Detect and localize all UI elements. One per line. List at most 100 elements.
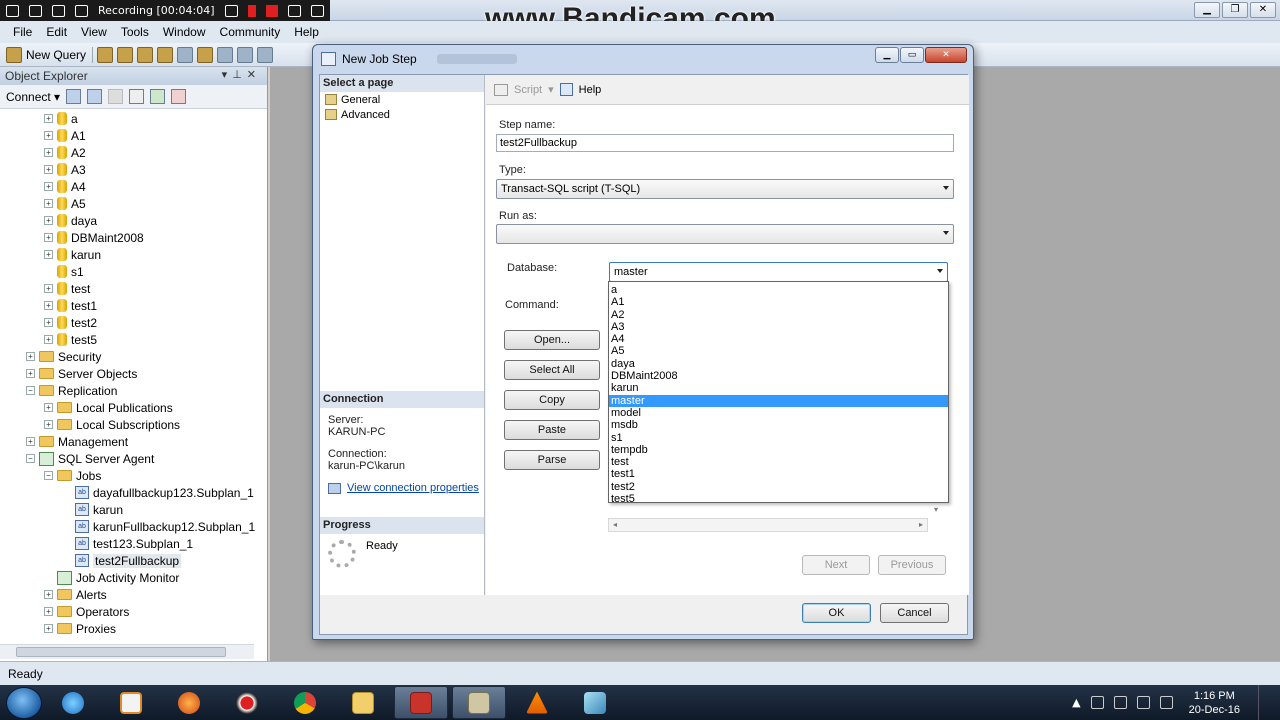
tree-node[interactable]: Job Activity Monitor <box>44 569 179 586</box>
maximize-icon[interactable]: ▭ <box>900 47 924 63</box>
previous-button[interactable]: Previous <box>878 555 946 575</box>
expand-icon[interactable]: + <box>44 216 53 225</box>
taskbar-ie[interactable] <box>46 686 100 719</box>
display-icon[interactable] <box>1113 696 1127 709</box>
next-button[interactable]: Next <box>802 555 870 575</box>
parse-button[interactable]: Parse <box>504 450 600 470</box>
connect-object-explorer-icon[interactable] <box>66 89 82 104</box>
expand-icon[interactable]: + <box>44 233 53 242</box>
print-icon[interactable] <box>237 46 254 63</box>
paste-button[interactable]: Paste <box>504 420 600 440</box>
database-option[interactable]: tempdb <box>609 444 948 456</box>
restore-recorder-icon[interactable] <box>29 4 42 17</box>
expand-icon[interactable]: + <box>26 369 35 378</box>
database-select[interactable]: master <box>609 262 948 282</box>
tree-node[interactable]: + karun <box>44 246 101 263</box>
database-option[interactable]: test <box>609 456 948 468</box>
clock[interactable]: 1:16 PM 20-Dec-16 <box>1189 689 1240 717</box>
help-button[interactable]: Help <box>579 84 602 96</box>
open-button[interactable]: Open... <box>504 330 600 350</box>
page-advanced[interactable]: Advanced <box>320 107 484 122</box>
tree-node[interactable]: +Error Logs <box>44 637 132 640</box>
camera-icon[interactable] <box>287 4 301 17</box>
database-option[interactable]: A5 <box>609 345 948 357</box>
taskbar-toolbox[interactable] <box>394 686 448 719</box>
scroll-down-icon[interactable]: ▾ <box>934 505 938 514</box>
tree-node[interactable]: + A2 <box>44 144 86 161</box>
show-hidden-icons-icon[interactable]: ▲ <box>1072 696 1080 709</box>
expand-icon[interactable]: + <box>44 250 53 259</box>
search-icon[interactable] <box>52 4 65 17</box>
taskbar-firefox[interactable] <box>162 686 216 719</box>
window-icon[interactable] <box>75 4 88 17</box>
copy-button[interactable]: Copy <box>504 390 600 410</box>
tree-node[interactable]: − Replication <box>26 382 117 399</box>
expand-icon[interactable]: + <box>44 403 53 412</box>
restore-icon[interactable]: ❐ <box>1222 2 1248 18</box>
view-connection-properties[interactable]: View connection properties <box>320 482 484 494</box>
script-button[interactable]: Script <box>514 84 542 96</box>
expand-icon[interactable]: + <box>26 437 35 446</box>
database-option[interactable]: test5 <box>609 493 948 505</box>
expand-icon[interactable]: + <box>44 182 53 191</box>
save-icon[interactable] <box>217 46 234 63</box>
expand-icon[interactable]: + <box>44 284 53 293</box>
tree-node[interactable]: − SQL Server Agent <box>26 450 154 467</box>
menu-window[interactable]: Window <box>156 25 213 39</box>
tree-node[interactable]: ab test123.Subplan_1 <box>62 535 193 552</box>
taskbar-ssms[interactable] <box>452 686 506 719</box>
scrollbar-thumb[interactable] <box>16 647 226 657</box>
menu-edit[interactable]: Edit <box>39 25 74 39</box>
filter-icon[interactable] <box>129 89 145 104</box>
refresh-icon[interactable] <box>150 89 166 104</box>
minimize-icon[interactable]: ▁ <box>1194 2 1220 18</box>
database-option[interactable]: A2 <box>609 309 948 321</box>
database-option[interactable]: A4 <box>609 333 948 345</box>
tree-node[interactable]: + Operators <box>44 603 129 620</box>
tree-node[interactable]: ab karunFullbackup12.Subplan_1 <box>62 518 255 535</box>
tree-node[interactable]: + test2 <box>44 314 97 331</box>
expand-icon[interactable]: + <box>44 607 53 616</box>
tree-node[interactable]: + Local Publications <box>44 399 173 416</box>
new-query-button[interactable]: New Query <box>6 46 94 63</box>
page-general[interactable]: General <box>320 92 484 107</box>
activity-monitor-icon[interactable] <box>257 46 274 63</box>
close-recorder-icon[interactable] <box>310 4 324 17</box>
type-select[interactable]: Transact-SQL script (T-SQL) <box>496 179 954 199</box>
menu-help[interactable]: Help <box>287 25 326 39</box>
database-option[interactable]: test2 <box>609 481 948 493</box>
pin-icon[interactable]: ⊥ <box>232 69 247 81</box>
tree-node[interactable]: + Security <box>26 348 101 365</box>
flag-icon[interactable] <box>1090 696 1104 709</box>
expand-icon[interactable]: + <box>44 148 53 157</box>
database-option[interactable]: karun <box>609 382 948 394</box>
tree-node[interactable]: ab test2Fullbackup <box>62 552 182 569</box>
tree-node[interactable]: ab karun <box>62 501 123 518</box>
tree-node[interactable]: + DBMaint2008 <box>44 229 144 246</box>
dropdown-icon[interactable]: ▾ <box>222 69 233 81</box>
expand-icon[interactable]: + <box>44 335 53 344</box>
mdx-query-icon[interactable] <box>137 46 154 63</box>
scroll-right-icon[interactable]: ▸ <box>919 520 923 529</box>
database-option[interactable]: model <box>609 407 948 419</box>
expand-icon[interactable]: + <box>44 165 53 174</box>
taskbar-media-player[interactable] <box>104 686 158 719</box>
volume-icon[interactable] <box>1159 696 1173 709</box>
disconnect-icon[interactable] <box>87 89 103 104</box>
database-option[interactable]: daya <box>609 358 948 370</box>
cancel-button[interactable]: Cancel <box>880 603 949 623</box>
expand-icon[interactable]: + <box>44 624 53 633</box>
expand-icon[interactable]: + <box>44 131 53 140</box>
menu-view[interactable]: View <box>74 25 114 39</box>
tree-node[interactable]: s1 <box>44 263 84 280</box>
tree-node[interactable]: + A4 <box>44 178 86 195</box>
minimize-icon[interactable]: ▁ <box>875 47 899 63</box>
analysis-query-icon[interactable] <box>117 46 134 63</box>
taskbar-bandicam[interactable] <box>220 686 274 719</box>
expand-icon[interactable]: + <box>44 301 53 310</box>
database-option[interactable]: master <box>609 394 948 407</box>
tree-node[interactable]: ab dayafullbackup123.Subplan_1 <box>62 484 254 501</box>
taskbar-explorer[interactable] <box>336 686 390 719</box>
database-option[interactable]: A1 <box>609 296 948 308</box>
database-option[interactable]: A3 <box>609 321 948 333</box>
